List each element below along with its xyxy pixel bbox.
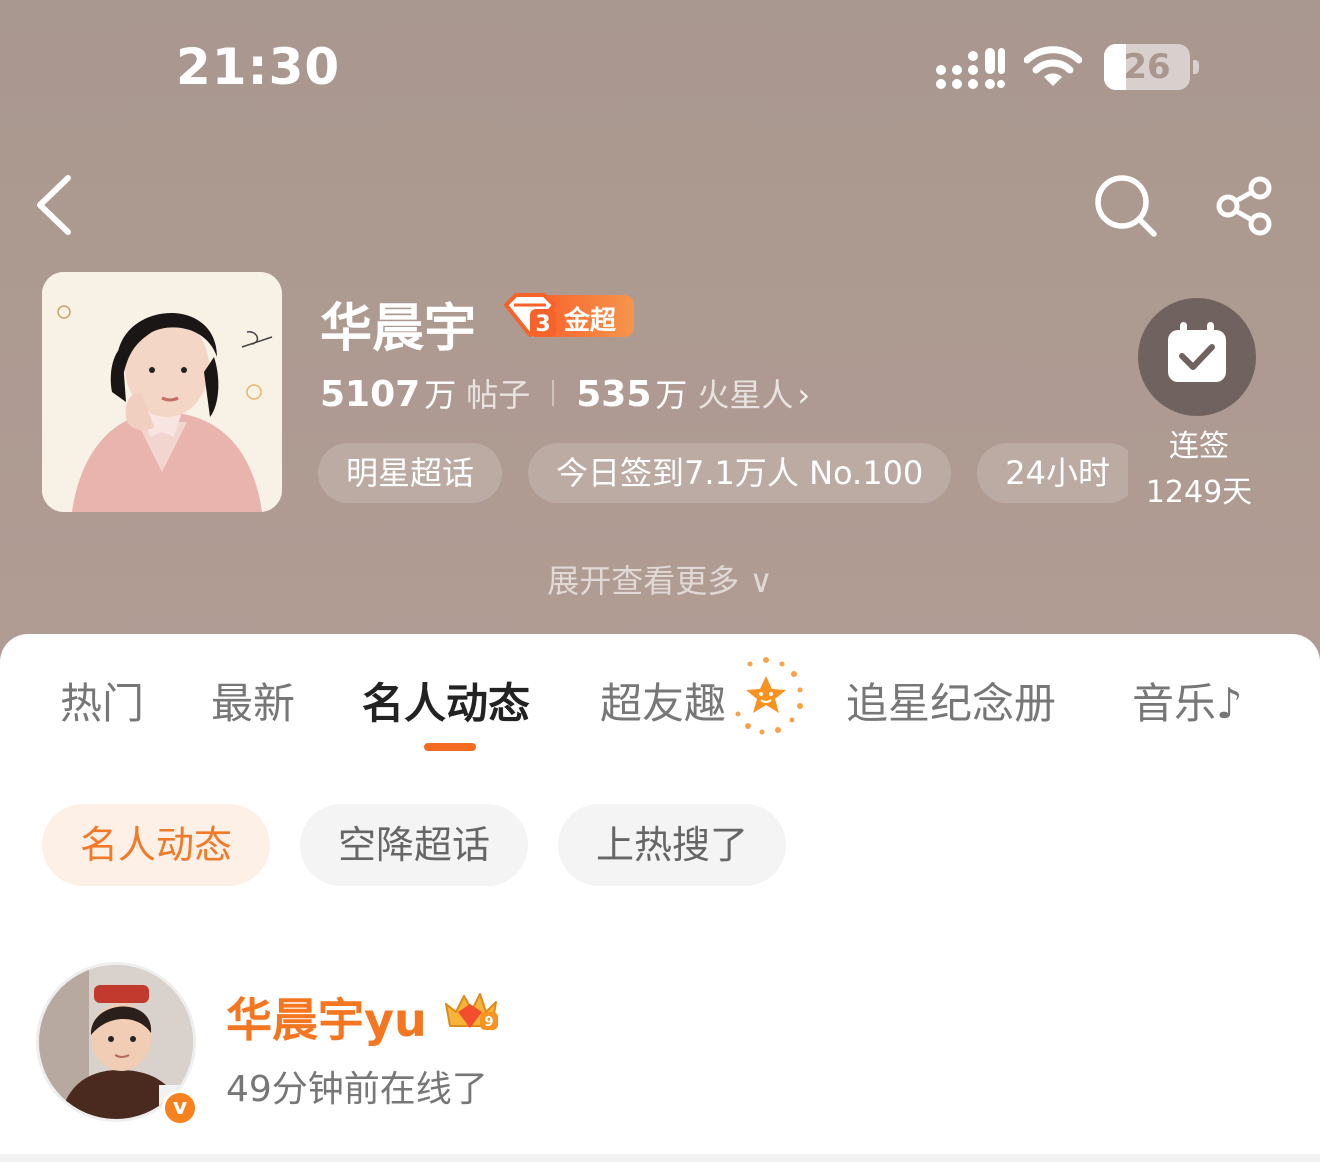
online-status: 49分钟前在线了 [226, 1069, 488, 1110]
topic-title: 华晨宇 [320, 299, 477, 359]
cellular-signal-icon [936, 48, 1005, 89]
diamond-level-icon: 3 [504, 293, 556, 337]
status-time: 21:30 [176, 38, 341, 96]
chevron-right-icon[interactable]: › [797, 376, 810, 414]
post-username[interactable]: 华晨宇yu [226, 984, 427, 1050]
checkin-days: 1249天 [1145, 475, 1253, 510]
badge-level: 3 [535, 312, 550, 337]
topic-cover-image[interactable] [42, 272, 282, 512]
tab-latest[interactable]: 最新 [211, 670, 295, 731]
section-divider [0, 1154, 1320, 1162]
battery-tip [1193, 60, 1199, 74]
gold-super-badge[interactable]: 金超 3 [500, 293, 634, 339]
share-icon[interactable] [1214, 174, 1278, 238]
posts-count: 5107 [320, 374, 421, 415]
tag-24h[interactable]: 24小时 [977, 443, 1128, 503]
badge-label: 金超 [564, 306, 617, 336]
stats-divider [552, 380, 555, 406]
chip-airdrop-topic[interactable]: 空降超话 [300, 804, 529, 886]
expand-more-button[interactable]: 展开查看更多 ∨ [0, 556, 1320, 602]
fans-unit[interactable]: 万 [655, 370, 687, 416]
svg-text:9: 9 [484, 1015, 493, 1030]
portrait-illustration [42, 272, 282, 512]
filter-chips: 名人动态 空降超话 上热搜了 [42, 804, 816, 886]
tab-bar: 热门 最新 名人动态 超友趣 追星纪念册 音乐♪ [0, 670, 1320, 734]
battery-icon: 26 [1104, 44, 1190, 90]
crown-level-icon: 9 [445, 993, 498, 1030]
tab-celebrity-updates[interactable]: 名人动态 [362, 670, 530, 731]
checkin-button[interactable] [1138, 298, 1256, 416]
checkin-label: 连签 [1169, 429, 1229, 464]
chip-trending[interactable]: 上热搜了 [558, 804, 787, 886]
tab-music[interactable]: 音乐♪ [1132, 670, 1243, 731]
posts-unit: 万 [424, 376, 457, 414]
tab-hot[interactable]: 热门 [60, 670, 144, 731]
active-tab-indicator [424, 743, 476, 751]
fans-label[interactable]: 火星人 [697, 370, 793, 416]
verified-badge: v [162, 1090, 198, 1126]
tab-super-fun[interactable]: 超友趣 [600, 670, 726, 731]
tag-checkin-count[interactable]: 今日签到7.1万人 No.100 [528, 443, 952, 503]
chip-celebrity-updates[interactable]: 名人动态 [42, 804, 271, 886]
star-face-icon [735, 657, 803, 735]
search-icon[interactable] [1094, 174, 1158, 238]
tag-star-topic[interactable]: 明星超话 [318, 443, 503, 503]
checkin-streak[interactable]: 连签 1249天 [1140, 424, 1258, 516]
topic-tags[interactable]: 明星超话 今日签到7.1万人 No.100 24小时 [318, 443, 1128, 505]
calendar-check-icon [1168, 322, 1226, 382]
wifi-icon [1024, 46, 1082, 86]
battery-level: 26 [1123, 47, 1171, 87]
posts-label: 帖子 [466, 376, 531, 414]
topic-stats: 5107 万 帖子 535 万 火星人 › [320, 370, 810, 416]
tab-fan-album[interactable]: 追星纪念册 [846, 670, 1056, 731]
fans-count[interactable]: 535 [576, 374, 651, 415]
chevron-left-icon[interactable] [30, 172, 80, 238]
